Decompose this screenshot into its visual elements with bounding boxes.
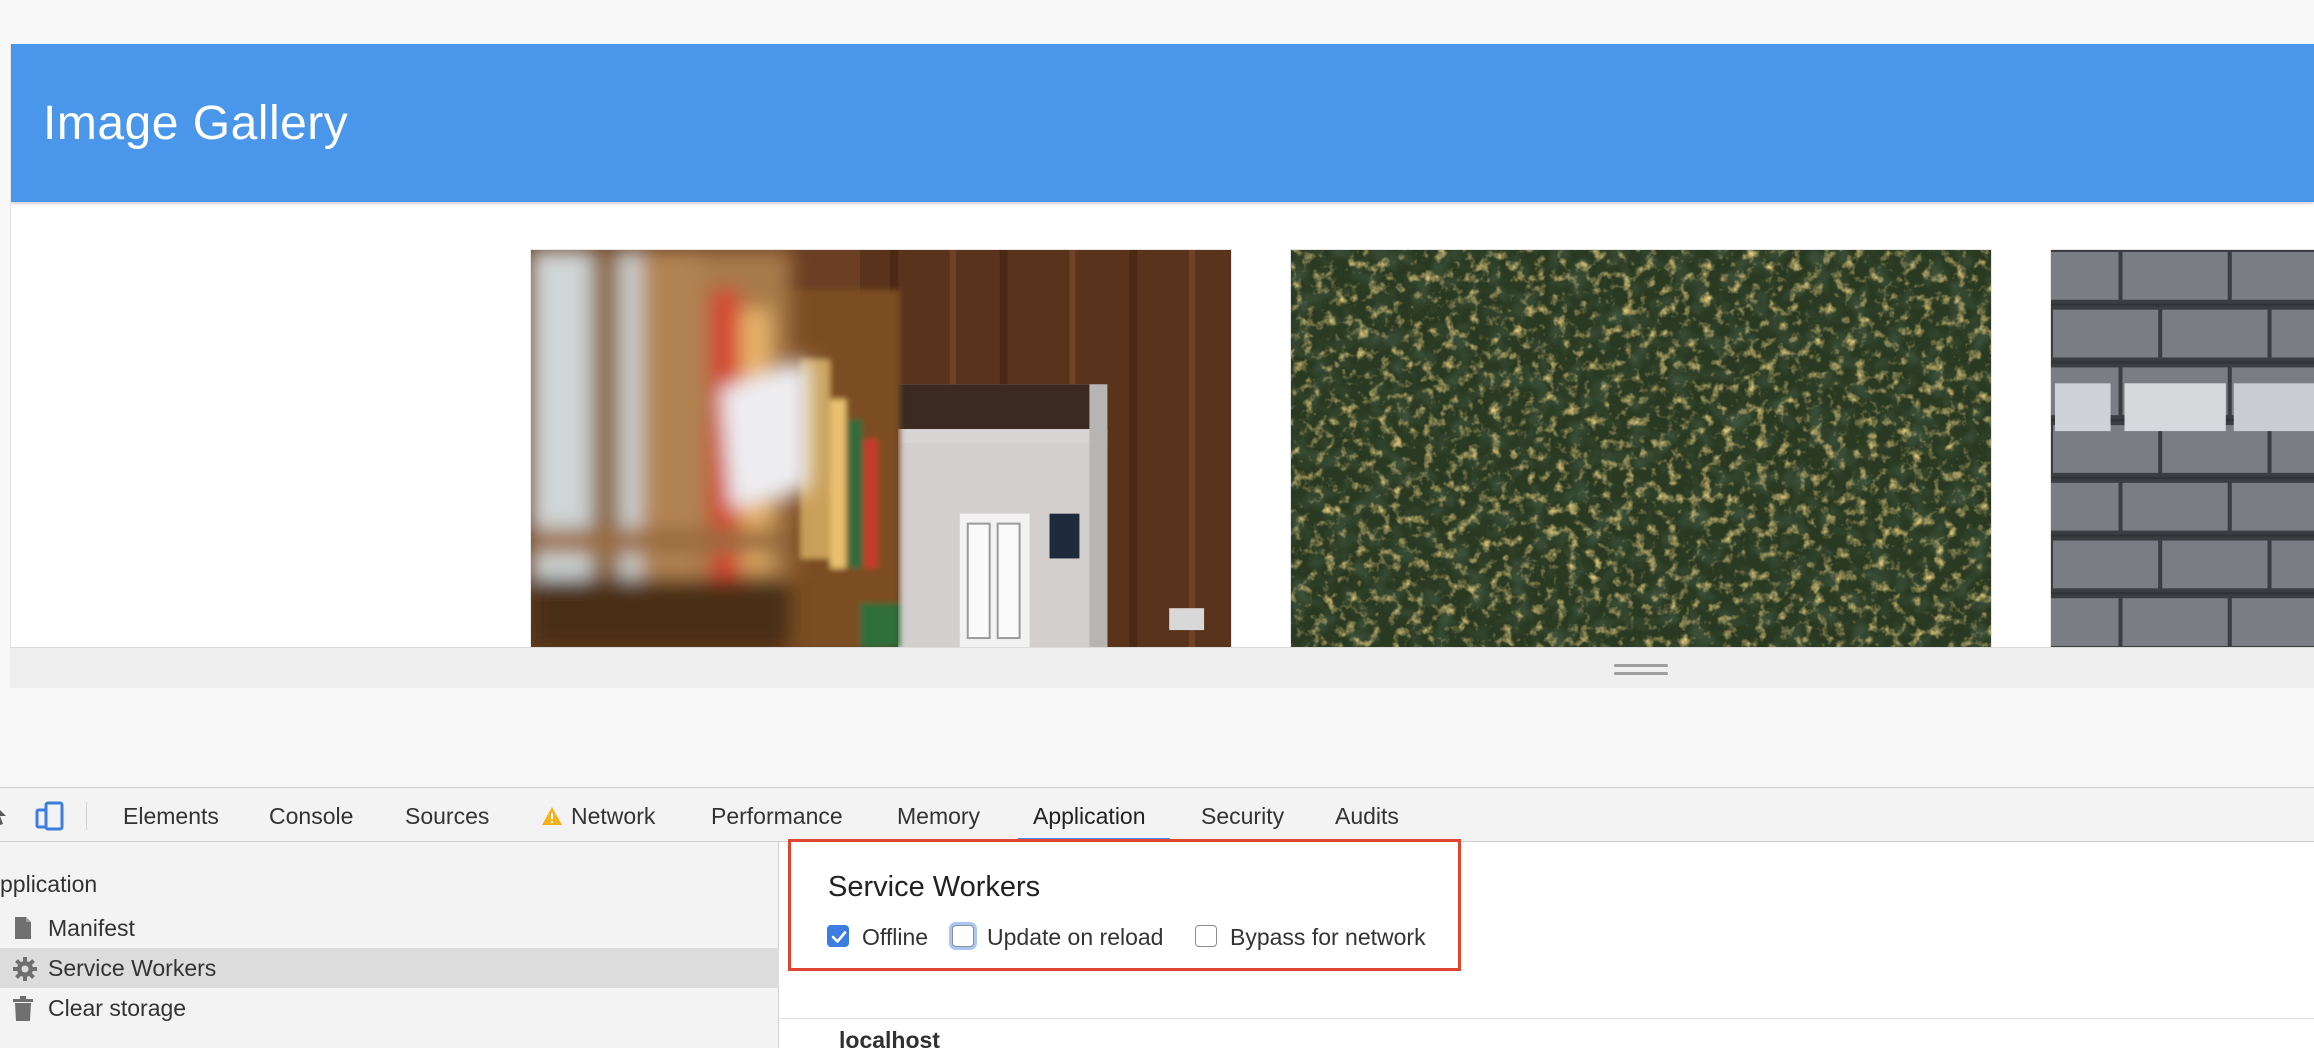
app-header: Image Gallery — [11, 44, 2314, 202]
offline-checkbox[interactable] — [827, 925, 849, 947]
sidebar-item-label: Manifest — [48, 915, 135, 941]
brick-wall-image — [2051, 250, 2314, 647]
gallery-image-forest[interactable] — [1290, 249, 1992, 647]
toolbar-separator — [86, 802, 87, 830]
tab-network[interactable]: Network — [541, 803, 655, 832]
bypass-for-network-checkbox[interactable] — [1195, 925, 1217, 947]
tab-console[interactable]: Console — [269, 803, 353, 830]
service-workers-title: Service Workers — [828, 871, 1041, 903]
service-worker-origin: localhost — [839, 1027, 940, 1048]
tab-network-label: Network — [571, 803, 656, 829]
viewport-resize-handle[interactable] — [1614, 664, 1668, 676]
forest-image — [1291, 250, 1991, 647]
tab-security[interactable]: Security — [1201, 803, 1284, 830]
bookshelf-image — [531, 250, 1231, 647]
tab-memory[interactable]: Memory — [897, 803, 980, 830]
warning-icon — [541, 805, 563, 832]
gallery-image-brick-wall[interactable] — [2050, 249, 2314, 647]
update-on-reload-checkbox[interactable] — [952, 925, 974, 947]
update-on-reload-label: Update on reload — [987, 924, 1164, 950]
sidebar-item-service-workers[interactable]: Service Workers — [0, 948, 779, 988]
page-viewport: Image Gallery — [10, 44, 2314, 648]
sidebar-item-label: Service Workers — [48, 955, 217, 981]
devtools-panel: Elements Console Sources Network Perform… — [0, 787, 2314, 1048]
tab-audits[interactable]: Audits — [1335, 803, 1399, 830]
tab-performance[interactable]: Performance — [711, 803, 843, 830]
sidebar-heading[interactable]: pplication — [0, 871, 97, 898]
application-sidebar: pplication Manifest Service Workers Clea… — [0, 842, 779, 1048]
sidebar-item-clear-storage[interactable]: Clear storage — [0, 988, 779, 1028]
section-divider — [780, 1018, 2314, 1019]
trash-icon — [12, 996, 34, 1028]
tab-application[interactable]: Application — [1033, 803, 1146, 830]
bypass-for-network-label: Bypass for network — [1230, 924, 1426, 950]
gear-icon — [12, 956, 38, 988]
gallery-image-bookshelf[interactable] — [530, 249, 1232, 647]
device-toolbar-icon[interactable] — [34, 800, 66, 837]
inspect-element-icon[interactable] — [0, 800, 10, 835]
service-workers-pane: Service Workers Offline Update on reload… — [780, 839, 2314, 1048]
viewport-resize-strip — [10, 648, 2314, 688]
sidebar-item-label: Clear storage — [48, 995, 187, 1021]
tab-sources[interactable]: Sources — [405, 803, 489, 830]
annotation-highlight-box — [788, 839, 1461, 971]
tab-elements[interactable]: Elements — [123, 803, 219, 830]
sidebar-item-manifest[interactable]: Manifest — [0, 908, 779, 948]
document-icon — [12, 916, 34, 946]
app-title: Image Gallery — [43, 97, 349, 150]
offline-label: Offline — [862, 924, 929, 950]
devtools-toolbar: Elements Console Sources Network Perform… — [0, 788, 2314, 842]
